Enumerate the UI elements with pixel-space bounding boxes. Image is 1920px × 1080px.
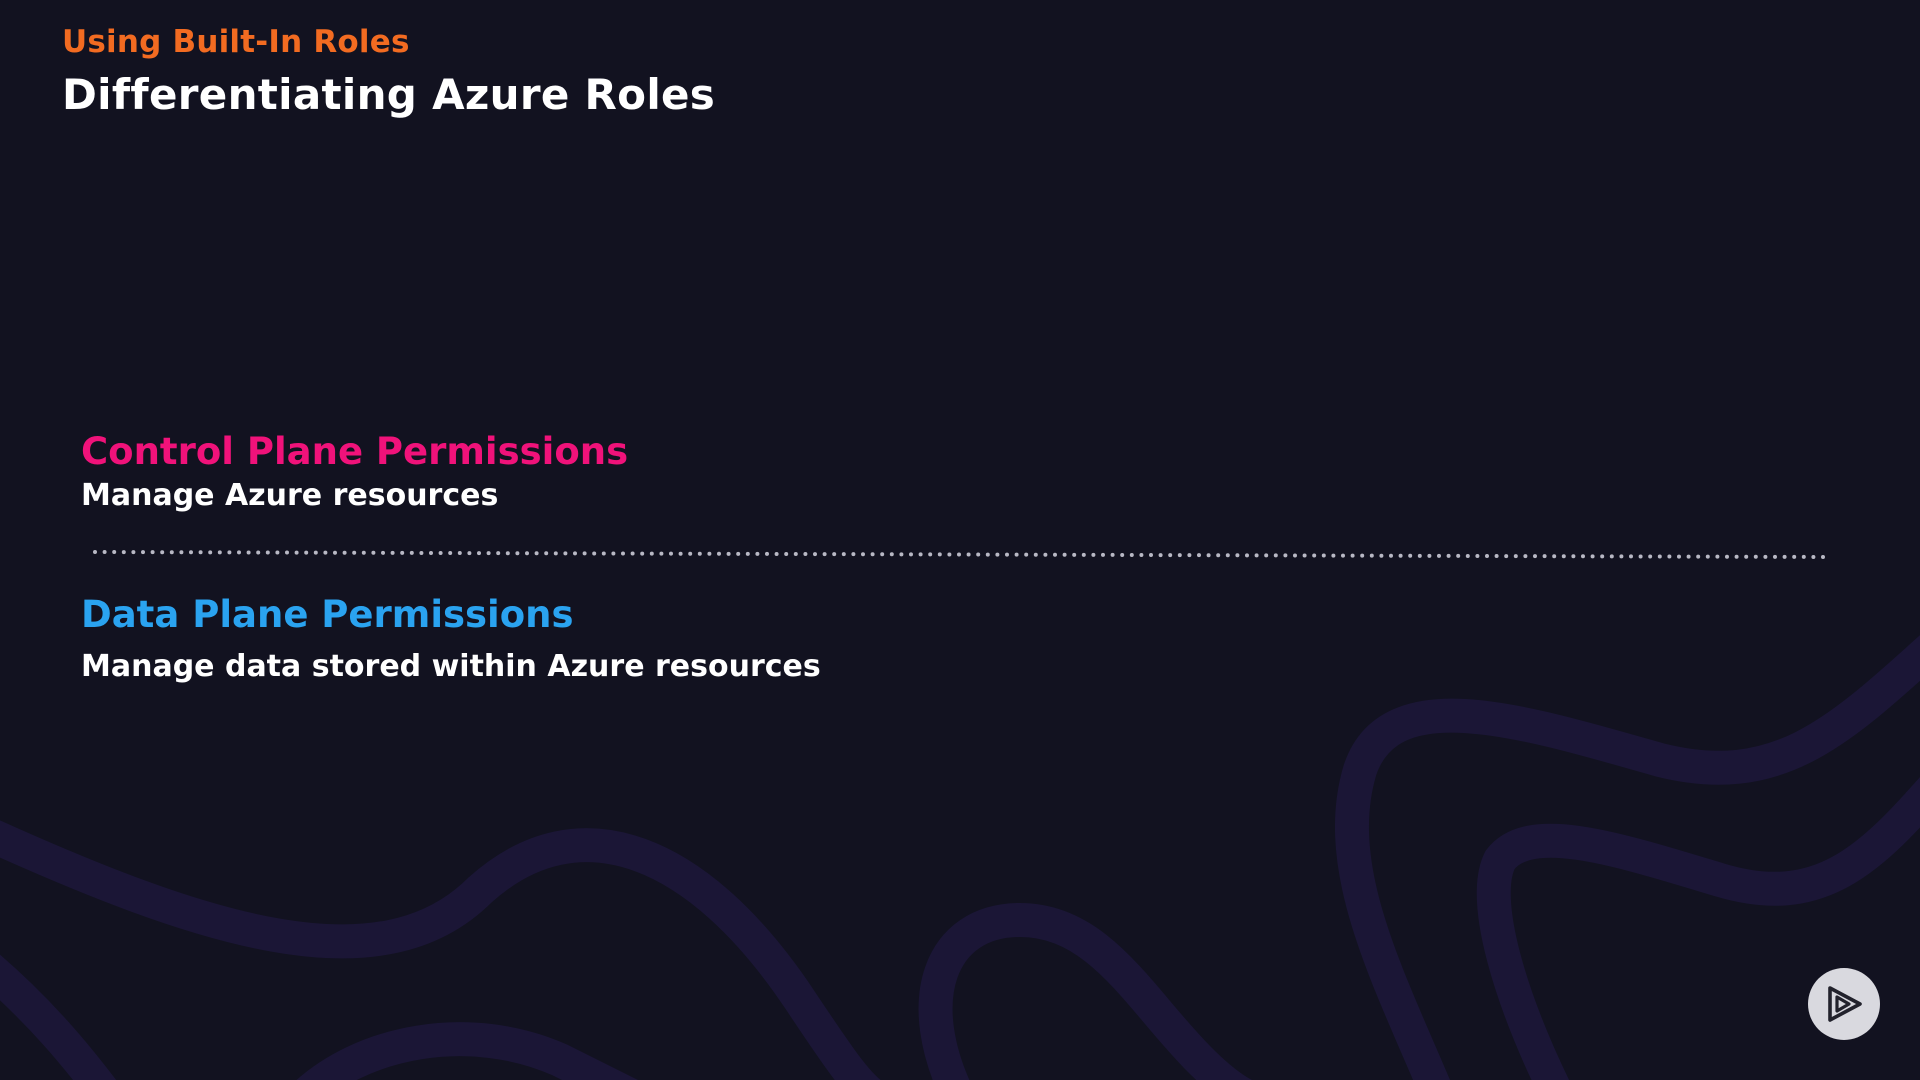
slide-title: Differentiating Azure Roles — [62, 70, 716, 119]
data-plane-heading: Data Plane Permissions — [81, 593, 574, 636]
background-wave-decoration — [0, 635, 1920, 1080]
section-label: Using Built-In Roles — [62, 24, 410, 60]
wave-line — [0, 954, 117, 1080]
data-plane-description: Manage data stored within Azure resource… — [81, 649, 821, 684]
play-logo-icon — [1828, 986, 1862, 1022]
control-plane-description: Manage Azure resources — [81, 478, 499, 513]
play-logo-button[interactable] — [1808, 968, 1880, 1040]
wave-line — [918, 902, 1253, 1080]
wave-line — [296, 1022, 639, 1080]
control-plane-heading: Control Plane Permissions — [81, 430, 629, 473]
slide: Using Built-In Roles Differentiating Azu… — [0, 0, 1920, 1080]
